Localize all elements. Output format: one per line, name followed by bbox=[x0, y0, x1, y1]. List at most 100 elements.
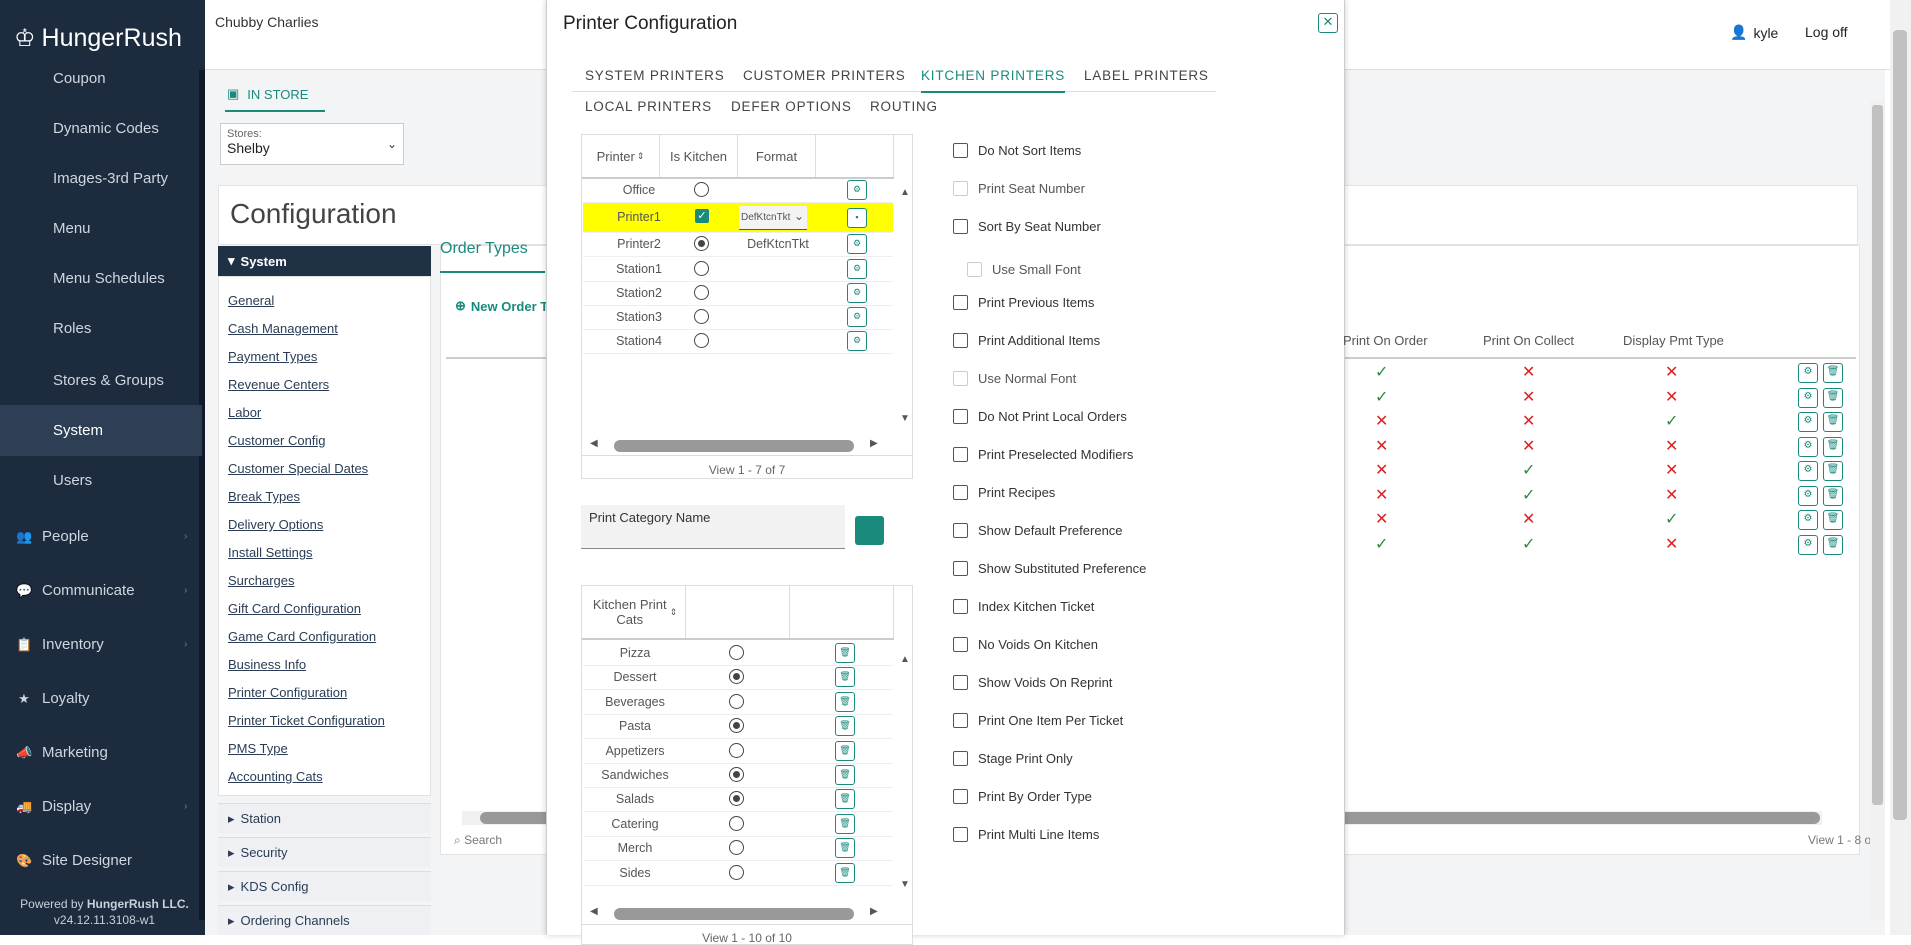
category-row[interactable]: Pasta 🗑 bbox=[583, 715, 893, 740]
system-link-cash-management[interactable]: Cash Management bbox=[228, 321, 338, 336]
option-print-recipes[interactable]: Print Recipes bbox=[953, 485, 1055, 500]
sidebar-item-stores-groups[interactable]: Stores & Groups bbox=[53, 372, 164, 389]
checkbox[interactable] bbox=[953, 827, 968, 842]
checkbox[interactable] bbox=[953, 447, 968, 462]
accordion-security[interactable]: ▸ Security bbox=[218, 837, 431, 867]
tab-kitchen-printers[interactable]: KITCHEN PRINTERS bbox=[921, 68, 1066, 93]
system-link-surcharges[interactable]: Surcharges bbox=[228, 573, 294, 588]
category-radio[interactable] bbox=[729, 742, 744, 758]
format-select[interactable]: DefKtcnTkt ⌄ bbox=[739, 206, 807, 231]
edit-icon[interactable]: ⚙ bbox=[1798, 363, 1818, 383]
sidebar-item-loyalty[interactable]: ★ Loyalty bbox=[16, 690, 89, 707]
checkbox[interactable] bbox=[953, 675, 968, 690]
hungerrush-logo[interactable]: ♔ HungerRush bbox=[14, 24, 182, 53]
sidebar-item-people[interactable]: 👥 People › bbox=[16, 528, 187, 545]
checkbox[interactable] bbox=[953, 561, 968, 576]
category-row[interactable]: Sandwiches 🗑 bbox=[583, 764, 893, 788]
tab-label-printers[interactable]: LABEL PRINTERS bbox=[1084, 68, 1209, 83]
option-do-not-sort-items[interactable]: Do Not Sort Items bbox=[953, 143, 1081, 158]
horizontal-scroll-thumb[interactable] bbox=[614, 440, 854, 452]
trash-icon[interactable]: 🗑 bbox=[1823, 534, 1843, 555]
trash-icon[interactable]: 🗑 bbox=[835, 716, 855, 737]
accordion-station[interactable]: ▸ Station bbox=[218, 803, 431, 833]
category-row[interactable]: Sides 🗑 bbox=[583, 862, 893, 886]
sidebar-item-communicate[interactable]: 💬 Communicate › bbox=[16, 582, 187, 599]
tab-local-printers[interactable]: LOCAL PRINTERS bbox=[585, 99, 712, 114]
printer-column-header[interactable]: Printer ⇕ bbox=[582, 135, 660, 177]
sidebar-item-roles[interactable]: Roles bbox=[53, 320, 91, 337]
gear-icon[interactable]: ⚙ bbox=[847, 282, 867, 303]
scroll-right-arrow[interactable]: ▶ bbox=[870, 906, 878, 917]
option-show-voids-on-reprint[interactable]: Show Voids On Reprint bbox=[953, 675, 1112, 690]
sidebar-item-menu-schedules[interactable]: Menu Schedules bbox=[53, 270, 165, 287]
category-radio[interactable] bbox=[729, 693, 744, 709]
edit-icon[interactable]: ⚙ bbox=[1798, 412, 1818, 432]
is-kitchen-checkbox[interactable]: ✓ bbox=[695, 209, 709, 224]
system-link-business-info[interactable]: Business Info bbox=[228, 657, 306, 672]
option-print-one-item-per-ticket[interactable]: Print One Item Per Ticket bbox=[953, 713, 1123, 728]
sidebar-item-system[interactable]: System bbox=[0, 405, 202, 456]
option-show-substituted-preference[interactable]: Show Substituted Preference bbox=[953, 561, 1146, 576]
save-icon[interactable]: ▪ bbox=[847, 208, 867, 229]
option-show-default-preference[interactable]: Show Default Preference bbox=[953, 523, 1123, 538]
edit-icon[interactable]: ⚙ bbox=[1798, 461, 1818, 481]
scroll-left-arrow[interactable]: ◀ bbox=[590, 438, 598, 449]
tab-routing[interactable]: ROUTING bbox=[870, 99, 938, 114]
trash-icon[interactable]: 🗑 bbox=[1823, 485, 1843, 506]
edit-icon[interactable]: ⚙ bbox=[1798, 534, 1818, 555]
logoff-link[interactable]: Log off bbox=[1805, 24, 1848, 40]
kitchen-cats-column-header[interactable]: Kitchen Print Cats ⇕ bbox=[582, 586, 686, 638]
category-row[interactable]: Merch 🗑 bbox=[583, 837, 893, 862]
category-radio[interactable] bbox=[729, 718, 744, 734]
bg-search[interactable]: ⌕ Search bbox=[454, 833, 502, 848]
printer-row[interactable]: Printer1 ✓ DefKtcnTkt ⌄ ▪ bbox=[583, 203, 893, 234]
edit-icon[interactable]: ⚙ bbox=[1798, 510, 1818, 530]
gear-icon[interactable]: ⚙ bbox=[847, 307, 867, 327]
system-link-customer-config[interactable]: Customer Config bbox=[228, 433, 326, 448]
scroll-left-arrow[interactable]: ◀ bbox=[590, 906, 598, 917]
edit-icon[interactable]: ⚙ bbox=[1798, 387, 1818, 408]
close-icon[interactable]: ✕ bbox=[1318, 13, 1338, 33]
sidebar-item-coupon[interactable]: Coupon bbox=[53, 70, 106, 87]
category-row[interactable]: Catering 🗑 bbox=[583, 813, 893, 837]
checkbox[interactable] bbox=[953, 789, 968, 804]
edit-icon[interactable]: ⚙ bbox=[1798, 485, 1818, 506]
sidebar-item-display[interactable]: 🚚 Display › bbox=[16, 798, 187, 815]
trash-icon[interactable]: 🗑 bbox=[835, 789, 855, 810]
checkbox[interactable] bbox=[953, 713, 968, 728]
category-radio[interactable] bbox=[729, 791, 744, 807]
trash-icon[interactable]: 🗑 bbox=[1823, 461, 1843, 481]
printer-row[interactable]: Station3 ⚙ bbox=[583, 306, 893, 330]
checkbox[interactable] bbox=[953, 333, 968, 348]
sidebar-item-users[interactable]: Users bbox=[53, 472, 92, 489]
sidebar-item-images-3rd-party[interactable]: Images-3rd Party bbox=[53, 170, 168, 187]
store-name[interactable]: Chubby Charlies bbox=[215, 14, 319, 30]
trash-icon[interactable]: 🗑 bbox=[835, 862, 855, 883]
user-menu[interactable]: 👤 kyle bbox=[1730, 24, 1778, 41]
tab-customer-printers[interactable]: CUSTOMER PRINTERS bbox=[743, 68, 906, 83]
checkbox[interactable] bbox=[953, 409, 968, 424]
sidebar-item-site-designer[interactable]: 🎨 Site Designer bbox=[16, 852, 132, 869]
print-category-name-input[interactable]: Print Category Name bbox=[581, 505, 845, 549]
category-radio[interactable] bbox=[729, 767, 744, 782]
tab-order-types[interactable]: Order Types bbox=[440, 240, 528, 258]
category-row[interactable]: Pizza 🗑 bbox=[583, 642, 893, 666]
category-row[interactable]: Salads 🗑 bbox=[583, 788, 893, 813]
scroll-down-arrow[interactable]: ▼ bbox=[900, 413, 910, 424]
option-stage-print-only[interactable]: Stage Print Only bbox=[953, 751, 1073, 766]
option-no-voids-on-kitchen[interactable]: No Voids On Kitchen bbox=[953, 637, 1098, 652]
tab-in-store[interactable]: ▣ IN STORE bbox=[225, 78, 325, 112]
system-panel-header[interactable]: ▾ System bbox=[218, 246, 431, 276]
tab-system-printers[interactable]: SYSTEM PRINTERS bbox=[585, 68, 725, 83]
option-print-multi-line-items[interactable]: Print Multi Line Items bbox=[953, 827, 1099, 842]
content-scroll-thumb[interactable] bbox=[1872, 105, 1883, 805]
option-index-kitchen-ticket[interactable]: Index Kitchen Ticket bbox=[953, 599, 1094, 614]
system-link-payment-types[interactable]: Payment Types bbox=[228, 349, 317, 364]
page-scroll-thumb[interactable] bbox=[1893, 30, 1907, 820]
trash-icon[interactable]: 🗑 bbox=[835, 740, 855, 761]
checkbox[interactable] bbox=[953, 637, 968, 652]
trash-icon[interactable]: 🗑 bbox=[1823, 363, 1843, 383]
category-radio[interactable] bbox=[729, 645, 744, 660]
system-link-accounting-cats[interactable]: Accounting Cats bbox=[228, 769, 323, 784]
option-print-preselected-modifiers[interactable]: Print Preselected Modifiers bbox=[953, 447, 1133, 462]
